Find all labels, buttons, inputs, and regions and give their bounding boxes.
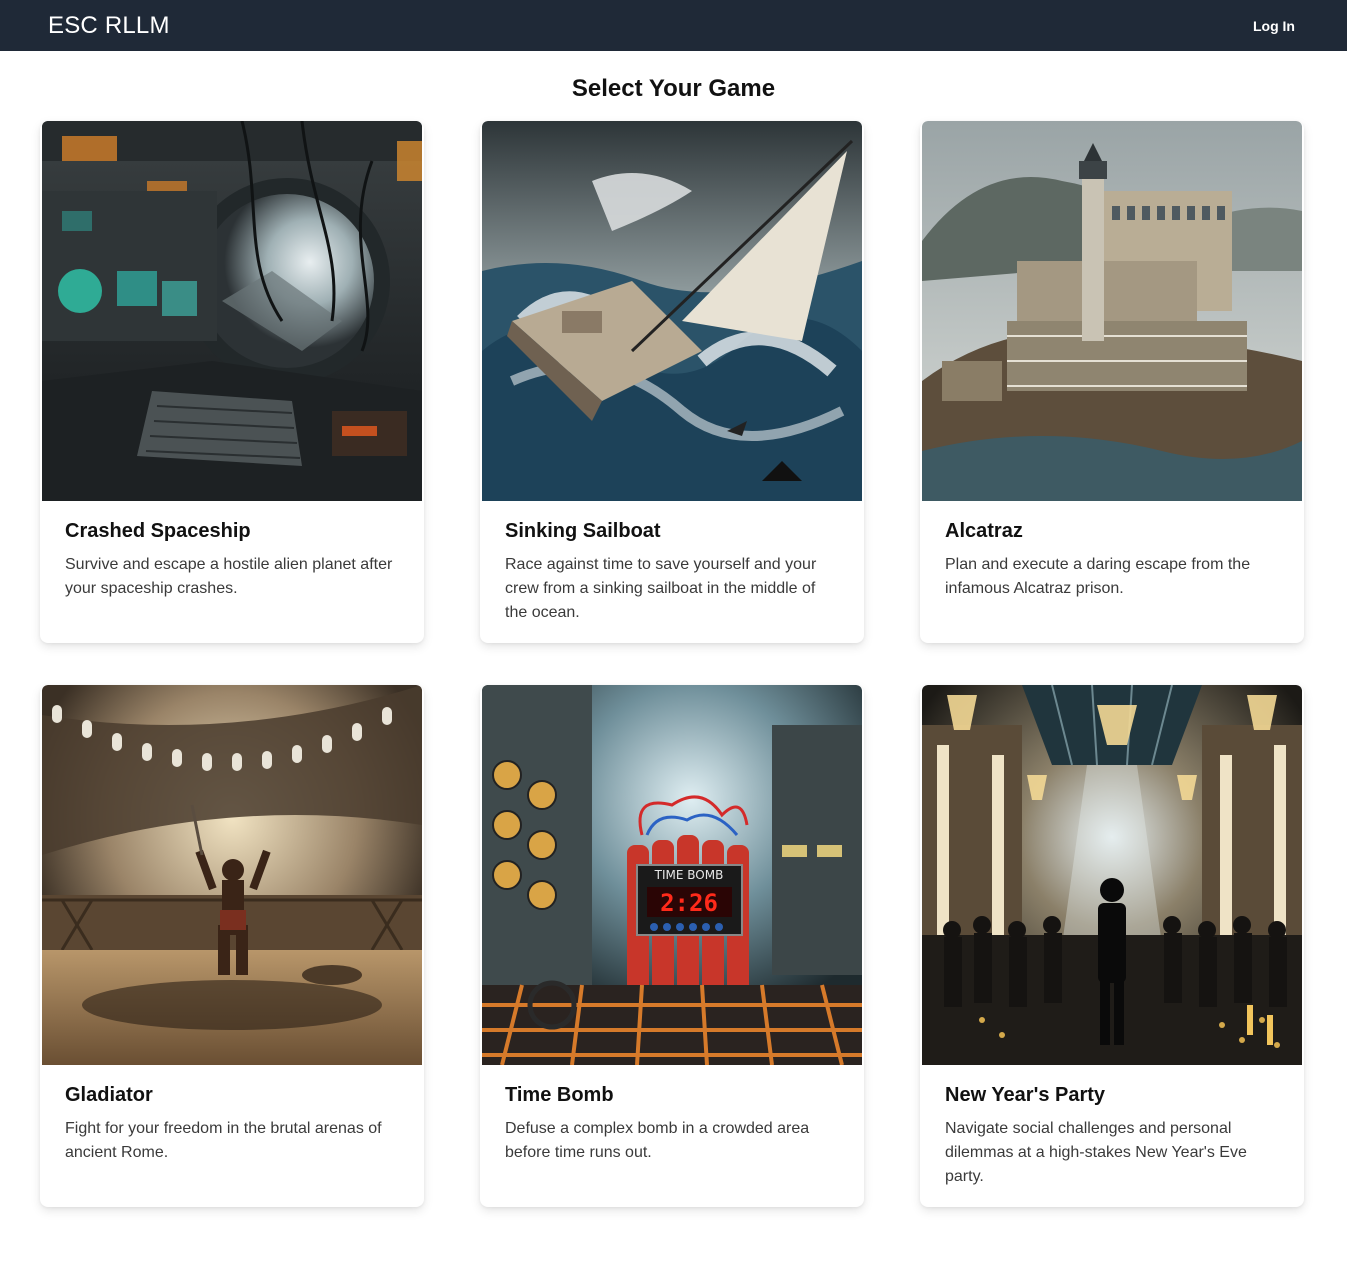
alcatraz-illustration	[922, 121, 1302, 501]
game-description: Fight for your freedom in the brutal are…	[65, 1120, 382, 1161]
game-card-alcatraz[interactable]: Alcatraz Plan and execute a daring escap…	[920, 121, 1304, 643]
alcatraz-image[interactable]	[922, 121, 1302, 501]
bomb-label-text: TIME BOMB	[654, 868, 724, 882]
top-navbar: ESC RLLM Log In	[0, 0, 1347, 51]
time-bomb-image[interactable]: TIME BOMB 2:26	[482, 685, 862, 1065]
bomb-timer-text: 2:26	[660, 889, 718, 917]
gladiator-illustration	[42, 685, 422, 1065]
game-title: Crashed Spaceship	[65, 520, 251, 542]
game-description: Navigate social challenges and personal …	[945, 1120, 1247, 1185]
sinking-sailboat-illustration	[482, 121, 862, 501]
crashed-spaceship-illustration	[42, 121, 422, 501]
game-description: Race against time to save yourself and y…	[505, 556, 817, 621]
new-years-party-image[interactable]	[922, 685, 1302, 1065]
new-years-party-illustration	[922, 685, 1302, 1065]
game-card-crashed-spaceship[interactable]: Crashed Spaceship Survive and escape a h…	[40, 121, 424, 643]
game-description: Survive and escape a hostile alien plane…	[65, 556, 393, 597]
game-title: New Year's Party	[945, 1084, 1106, 1106]
game-card-time-bomb[interactable]: TIME BOMB 2:26 Time Bomb Defuse a comple…	[480, 685, 864, 1207]
game-description: Defuse a complex bomb in a crowded area …	[505, 1120, 810, 1161]
gladiator-image[interactable]	[42, 685, 422, 1065]
game-description: Plan and execute a daring escape from th…	[945, 556, 1251, 597]
sinking-sailboat-image[interactable]	[482, 121, 862, 501]
game-title: Gladiator	[65, 1084, 153, 1106]
login-button[interactable]: Log In	[1253, 18, 1295, 34]
page-title: Select Your Game	[571, 75, 776, 102]
crashed-spaceship-image[interactable]	[42, 121, 422, 501]
game-card-new-years-party[interactable]: New Year's Party Navigate social challen…	[920, 685, 1304, 1207]
game-grid: Crashed Spaceship Survive and escape a h…	[40, 121, 1304, 1207]
game-title: Sinking Sailboat	[505, 520, 661, 542]
game-card-gladiator[interactable]: Gladiator Fight for your freedom in the …	[40, 685, 424, 1207]
brand-logo[interactable]: ESC RLLM	[48, 12, 170, 40]
game-title: Alcatraz	[945, 520, 1023, 542]
time-bomb-illustration: TIME BOMB 2:26	[482, 685, 862, 1065]
game-title: Time Bomb	[505, 1084, 614, 1106]
game-card-sinking-sailboat[interactable]: Sinking Sailboat Race against time to sa…	[480, 121, 864, 643]
